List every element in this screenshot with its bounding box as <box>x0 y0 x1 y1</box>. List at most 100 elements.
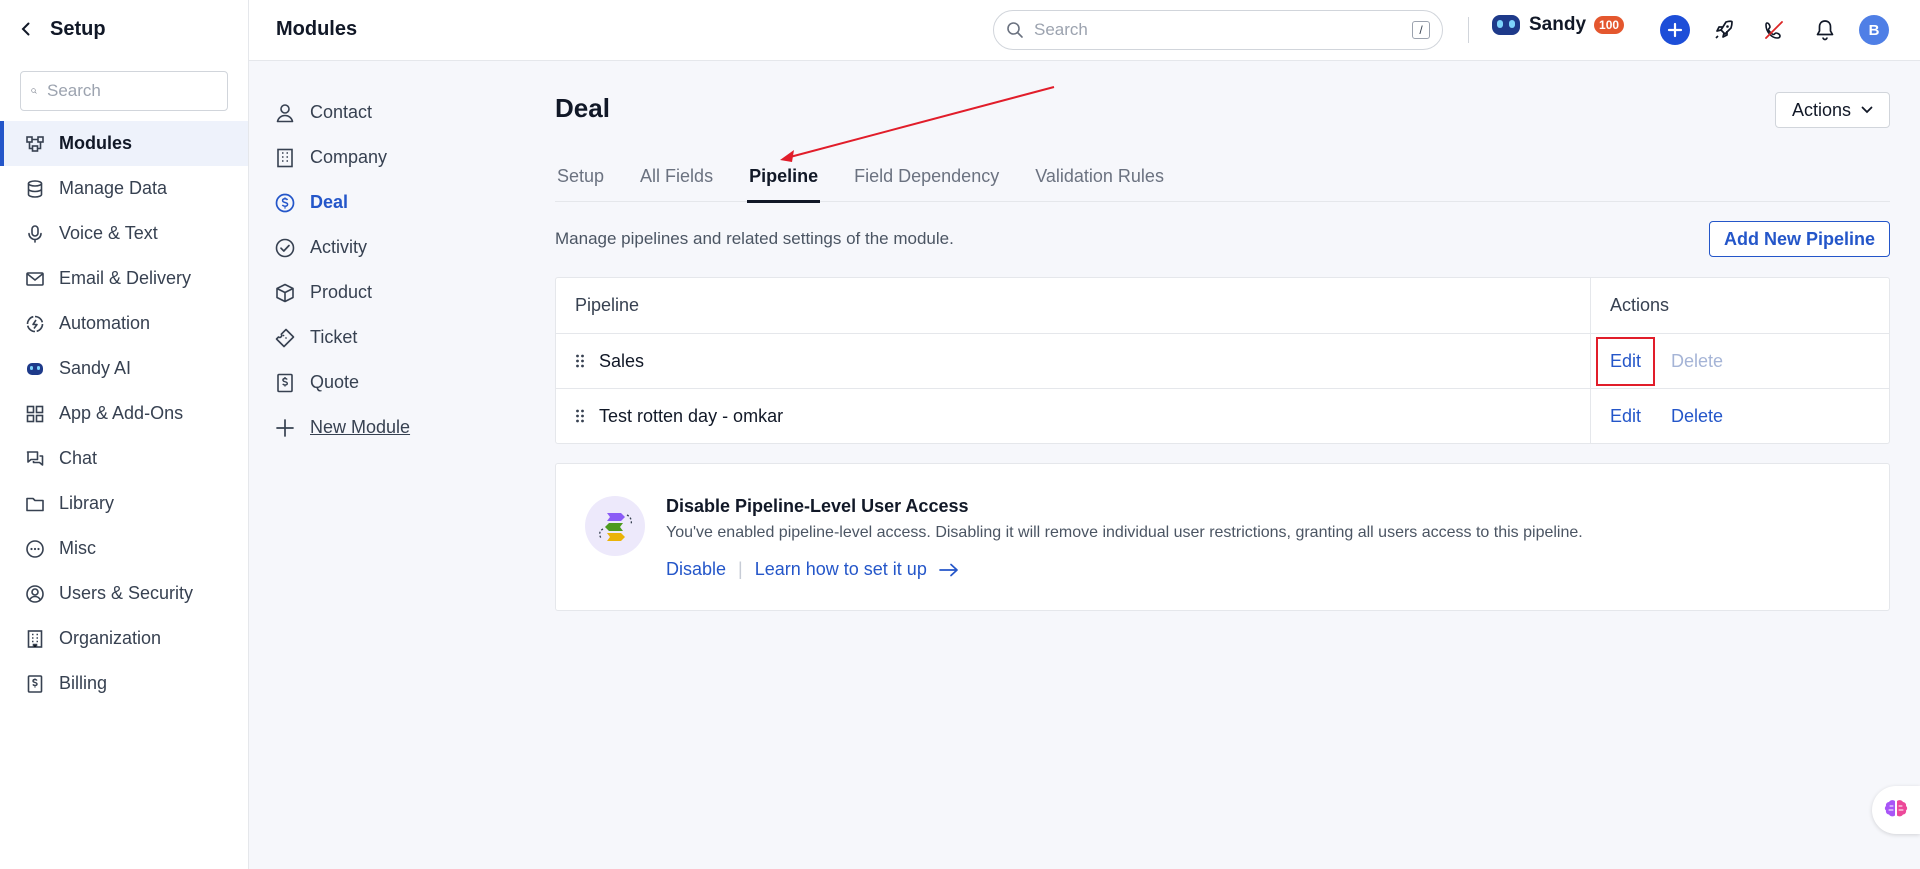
sidebar-item-email-delivery[interactable]: Email & Delivery <box>0 256 248 301</box>
sandy-ai-button[interactable]: Sandy 100 <box>1491 14 1625 36</box>
apps-grid-icon <box>26 405 44 422</box>
create-new-button[interactable] <box>1660 15 1690 45</box>
sidebar-item-misc[interactable]: Misc <box>0 526 248 571</box>
actions-dropdown-button[interactable]: Actions <box>1774 92 1890 128</box>
sidebar-search[interactable] <box>20 71 228 111</box>
folder-icon <box>26 497 44 511</box>
module-item-label: Product <box>310 282 373 302</box>
module-item-activity[interactable]: Activity <box>249 225 529 270</box>
sidebar-item-modules[interactable]: Modules <box>0 121 248 166</box>
sidebar-item-automation[interactable]: Automation <box>0 301 248 346</box>
microphone-icon <box>28 224 42 243</box>
billing-icon <box>27 674 43 693</box>
delete-pipeline-link: Delete <box>1671 350 1724 371</box>
global-search[interactable]: / <box>993 10 1443 50</box>
sidebar-item-manage-data[interactable]: Manage Data <box>0 166 248 211</box>
brain-icon <box>1884 800 1908 817</box>
learn-how-link[interactable]: Learn how to set it up <box>755 559 927 580</box>
pipeline-flow-icon <box>585 496 645 556</box>
search-shortcut-key: / <box>1412 21 1430 39</box>
sidebar-item-billing[interactable]: Billing <box>0 661 248 706</box>
module-item-product[interactable]: Product <box>249 270 529 315</box>
pipeline-access-info-card: Disable Pipeline-Level User Access You'v… <box>555 463 1890 611</box>
sidebar-title: Setup <box>50 17 106 40</box>
tab-setup[interactable]: Setup <box>555 164 606 202</box>
table-row: Test rotten day - omkar Edit Delete <box>556 388 1889 443</box>
module-item-company[interactable]: Company <box>249 135 529 180</box>
tab-pipeline[interactable]: Pipeline <box>747 164 821 203</box>
header-pipeline: Pipeline <box>556 278 1591 333</box>
header-actions: Actions <box>1610 295 1670 315</box>
edit-pipeline-link[interactable]: Edit <box>1595 336 1656 386</box>
credits-badge: 100 <box>1594 16 1625 34</box>
arrow-right-icon[interactable] <box>938 563 959 577</box>
drag-handle-icon[interactable] <box>575 408 585 424</box>
building-icon <box>27 629 43 648</box>
pipeline-cell: Sales <box>556 334 1591 388</box>
module-item-deal[interactable]: Deal <box>249 180 529 225</box>
sidebar-nav: Modules Manage Data Voice & Text Email &… <box>0 121 248 706</box>
sidebar-item-voice-text[interactable]: Voice & Text <box>0 211 248 256</box>
sidebar-item-label: App & Add-Ons <box>59 403 184 423</box>
module-item-quote[interactable]: Quote <box>249 360 529 405</box>
disable-access-link[interactable]: Disable <box>666 559 726 580</box>
edit-pipeline-link[interactable]: Edit <box>1610 406 1641 427</box>
back-arrow-icon[interactable] <box>18 21 34 37</box>
pipeline-name: Sales <box>599 350 645 371</box>
search-icon <box>31 88 37 94</box>
module-list: Contact Company Deal Activity Product Ti… <box>249 90 529 450</box>
sidebar-item-library[interactable]: Library <box>0 481 248 526</box>
tab-validation-rules[interactable]: Validation Rules <box>1033 164 1166 202</box>
info-links: Disable | Learn how to set it up <box>666 559 959 580</box>
tab-field-dependency[interactable]: Field Dependency <box>852 164 1001 202</box>
envelope-icon <box>26 271 44 286</box>
module-item-label: Ticket <box>310 327 358 347</box>
quote-icon <box>277 373 293 392</box>
database-icon <box>27 179 43 198</box>
page-section-title: Modules <box>276 18 358 40</box>
sidebar-header: Setup <box>0 0 248 58</box>
global-search-input[interactable] <box>1034 20 1394 40</box>
module-item-ticket[interactable]: Ticket <box>249 315 529 360</box>
person-icon <box>276 103 294 122</box>
ticket-icon <box>275 328 295 347</box>
new-module-link[interactable]: New Module <box>249 405 529 450</box>
check-circle-icon <box>275 238 295 257</box>
rocket-button[interactable] <box>1709 15 1739 45</box>
actions-label: Actions <box>1791 99 1851 120</box>
rocket-icon <box>1715 20 1733 39</box>
sandy-name: Sandy <box>1529 14 1587 35</box>
sidebar-item-sandy-ai[interactable]: Sandy AI <box>0 346 248 391</box>
sidebar-item-label: Sandy AI <box>59 358 132 378</box>
bell-icon <box>1816 20 1834 41</box>
pipeline-cell: Test rotten day - omkar <box>556 389 1591 443</box>
sidebar-item-users-security[interactable]: Users & Security <box>0 571 248 616</box>
module-item-contact[interactable]: Contact <box>249 90 529 135</box>
sidebar-item-chat[interactable]: Chat <box>0 436 248 481</box>
module-item-label: Deal <box>310 192 349 212</box>
user-avatar[interactable]: B <box>1859 15 1889 45</box>
drag-handle-icon[interactable] <box>575 353 585 369</box>
modules-icon <box>26 135 44 152</box>
table-header-row: Pipeline Actions <box>556 278 1889 333</box>
delete-pipeline-link[interactable]: Delete <box>1671 406 1723 427</box>
sidebar-item-label: Users & Security <box>59 583 194 603</box>
module-item-label: Quote <box>310 372 360 392</box>
phone-off-button[interactable] <box>1759 15 1789 45</box>
add-new-pipeline-button[interactable]: Add New Pipeline <box>1708 221 1890 257</box>
notifications-button[interactable] <box>1810 15 1840 45</box>
cube-icon <box>276 283 294 302</box>
sidebar-item-label: Email & Delivery <box>59 268 192 288</box>
ai-assistant-floating-button[interactable] <box>1872 786 1920 834</box>
pipeline-table: Pipeline Actions Sales Edit Delete Test … <box>555 277 1890 444</box>
sidebar-item-label: Misc <box>59 538 96 558</box>
sidebar-search-input[interactable] <box>47 81 227 101</box>
info-title: Disable Pipeline-Level User Access <box>666 496 969 516</box>
sidebar-item-label: Modules <box>59 133 133 153</box>
tab-all-fields[interactable]: All Fields <box>638 164 715 202</box>
search-icon <box>1007 22 1023 38</box>
sidebar-item-label: Organization <box>59 628 162 648</box>
sidebar-item-apps-addons[interactable]: App & Add-Ons <box>0 391 248 436</box>
sidebar-item-organization[interactable]: Organization <box>0 616 248 661</box>
automation-icon <box>26 315 44 332</box>
